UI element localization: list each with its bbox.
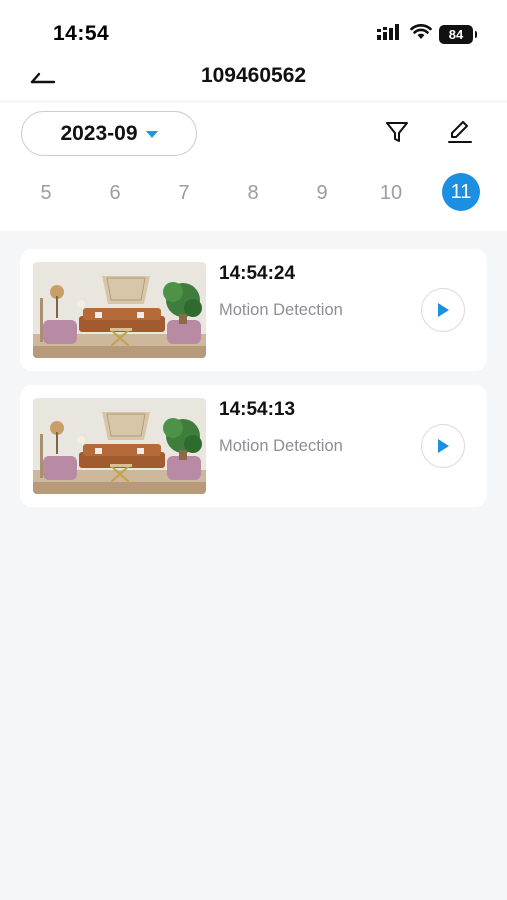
day-item[interactable]: 5	[26, 173, 66, 213]
signal-icon	[377, 24, 403, 45]
event-type: Motion Detection	[219, 437, 343, 455]
day-item[interactable]: 8	[233, 173, 273, 213]
event-card[interactable]: 14:54:24 Motion Detection	[20, 249, 487, 371]
caret-down-icon	[145, 131, 158, 138]
status-time: 14:54	[53, 22, 110, 45]
event-type: Motion Detection	[219, 301, 343, 319]
day-selector: 5 6 7 8 9 10 11	[0, 173, 507, 217]
status-bar: 14:54 84	[0, 0, 507, 56]
play-icon	[438, 303, 449, 317]
battery-icon: 84	[439, 25, 477, 44]
filter-area: 2023-09 5 6 7 8 9 10 11	[0, 103, 507, 231]
day-item[interactable]: 9	[302, 173, 342, 213]
event-list: 14:54:24 Motion Detection 14:54:13 Motio…	[20, 249, 487, 521]
event-card[interactable]: 14:54:13 Motion Detection	[20, 385, 487, 507]
event-thumbnail[interactable]	[33, 398, 206, 494]
battery-level: 84	[448, 27, 464, 42]
page-title: 109460562	[200, 64, 307, 87]
status-icons: 84	[377, 24, 477, 45]
event-time: 14:54:13	[219, 399, 296, 420]
nav-bar: 109460562	[0, 56, 507, 100]
month-label: 2023-09	[60, 121, 138, 145]
day-item[interactable]: 10	[371, 173, 411, 213]
day-item[interactable]: 6	[95, 173, 135, 213]
filter-button[interactable]	[382, 117, 412, 147]
wifi-icon	[410, 24, 432, 45]
header-area: 14:54 84 109460562	[0, 0, 507, 100]
month-selector[interactable]: 2023-09	[21, 111, 197, 156]
edit-button[interactable]	[445, 117, 475, 147]
day-item[interactable]: 7	[164, 173, 204, 213]
play-button[interactable]	[421, 424, 465, 468]
event-time: 14:54:24	[219, 263, 296, 284]
day-item-selected[interactable]: 11	[442, 173, 480, 211]
event-thumbnail[interactable]	[33, 262, 206, 358]
filter-icon	[386, 122, 408, 142]
edit-icon	[448, 121, 472, 143]
play-button[interactable]	[421, 288, 465, 332]
play-icon	[438, 439, 449, 453]
